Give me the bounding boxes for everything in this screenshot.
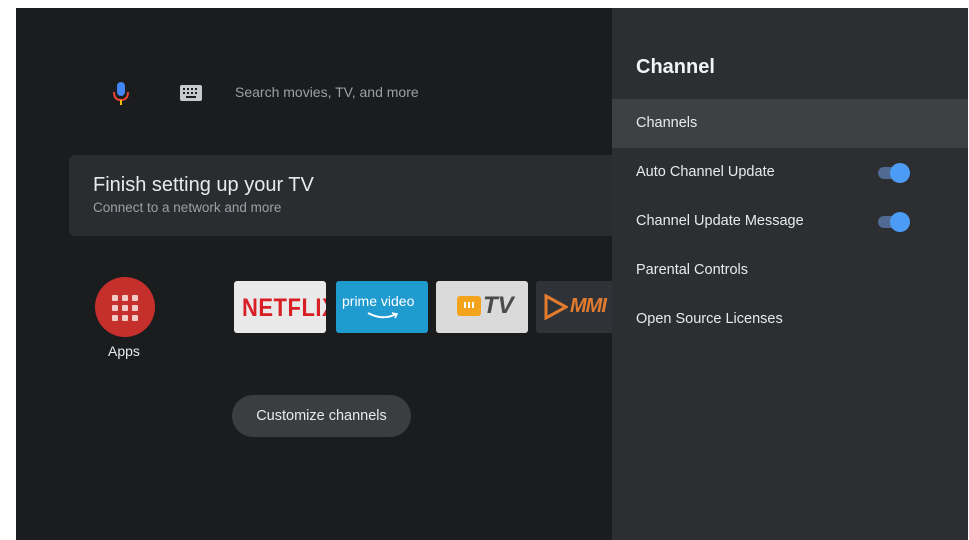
mx-tv-logo: TV xyxy=(483,292,514,319)
search-input[interactable]: Search movies, TV, and more xyxy=(235,84,419,100)
microphone-icon[interactable] xyxy=(112,80,130,110)
mx-tv-tile[interactable]: TV xyxy=(436,281,528,333)
apps-grid-icon xyxy=(112,295,138,321)
setup-card[interactable]: Finish setting up your TV Connect to a n… xyxy=(69,155,629,236)
menu-item-auto-channel-update[interactable]: Auto Channel Update xyxy=(612,148,968,197)
panel-title: Channel xyxy=(636,56,715,78)
channel-settings-panel: Channel Channels Auto Channel Update Cha… xyxy=(612,8,968,540)
menu-item-parental-controls[interactable]: Parental Controls xyxy=(612,246,968,295)
menu-item-label: Open Source Licenses xyxy=(636,311,783,327)
menu-item-label: Channels xyxy=(636,115,698,131)
prime-video-tile[interactable]: prime video xyxy=(336,281,428,333)
customize-channels-button[interactable]: Customize channels xyxy=(232,395,411,437)
netflix-logo: NETFLIX xyxy=(242,293,326,322)
channel-update-message-toggle[interactable] xyxy=(878,212,910,232)
menu-item-label: Channel Update Message xyxy=(636,213,804,229)
smile-arrow-icon xyxy=(367,312,399,319)
play-icon xyxy=(544,294,568,320)
menu-item-label: Parental Controls xyxy=(636,262,749,278)
mx-badge-icon xyxy=(457,296,481,316)
setup-card-subtitle: Connect to a network and more xyxy=(93,200,282,215)
prime-video-logo: prime video xyxy=(342,293,415,309)
menu-item-open-source-licenses[interactable]: Open Source Licenses xyxy=(612,295,968,344)
auto-channel-update-toggle[interactable] xyxy=(878,163,910,183)
keyboard-icon[interactable] xyxy=(180,85,202,101)
apps-label: Apps xyxy=(108,343,140,359)
setup-card-title: Finish setting up your TV xyxy=(93,174,314,196)
menu-item-label: Auto Channel Update xyxy=(636,164,775,180)
mm-logo: MMI xyxy=(570,295,607,317)
apps-button[interactable] xyxy=(95,277,155,337)
menu-item-channel-update-message[interactable]: Channel Update Message xyxy=(612,197,968,246)
netflix-tile[interactable]: NETFLIX xyxy=(234,281,326,333)
menu-item-channels[interactable]: Channels xyxy=(612,99,968,148)
tv-home-screen: Search movies, TV, and more Finish setti… xyxy=(16,8,968,540)
